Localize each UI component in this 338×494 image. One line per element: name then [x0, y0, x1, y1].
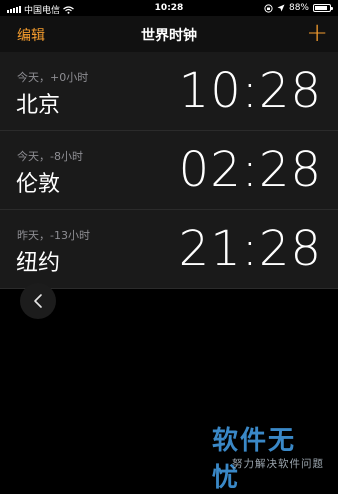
clock-row-beijing[interactable]: 今天，+0小时 北京 10:28 [0, 52, 338, 131]
orientation-lock-icon [264, 3, 273, 13]
add-clock-button[interactable]: + [306, 18, 328, 48]
clock-time: 02:28 [178, 142, 322, 198]
clock-city: 纽约 [16, 251, 61, 276]
chevron-left-icon [34, 294, 42, 308]
battery-percent: 88% [288, 3, 309, 13]
page-title: 世界时钟 [141, 28, 197, 44]
navigation-bar: 编辑 世界时钟 + [0, 16, 338, 52]
status-bar: 中国电信 10:28 88% [0, 0, 338, 16]
clock-city: 伦敦 [16, 172, 61, 197]
world-clock-list: 今天，+0小时 北京 10:28 今天，-8小时 伦敦 02:28 昨天，-13… [0, 52, 338, 289]
location-icon [277, 4, 285, 12]
clock-city: 北京 [16, 93, 61, 118]
clock-time: 10:28 [178, 63, 322, 119]
clock-offset: 今天，+0小时 [17, 71, 89, 84]
clock-offset: 今天，-8小时 [17, 150, 83, 163]
status-right: 88% [264, 3, 333, 13]
clock-time: 21:28 [178, 221, 322, 277]
battery-icon [313, 4, 333, 12]
clock-row-london[interactable]: 今天，-8小时 伦敦 02:28 [0, 131, 338, 210]
battery-fill [315, 6, 328, 10]
clock-offset: 昨天，-13小时 [17, 229, 90, 242]
back-button[interactable] [20, 283, 56, 319]
watermark-subtitle: 努力解决软件问题 [232, 458, 324, 470]
watermark: 软件无忧 努力解决软件问题 [212, 420, 332, 493]
clock-row-new-york[interactable]: 昨天，-13小时 纽约 21:28 [0, 210, 338, 289]
